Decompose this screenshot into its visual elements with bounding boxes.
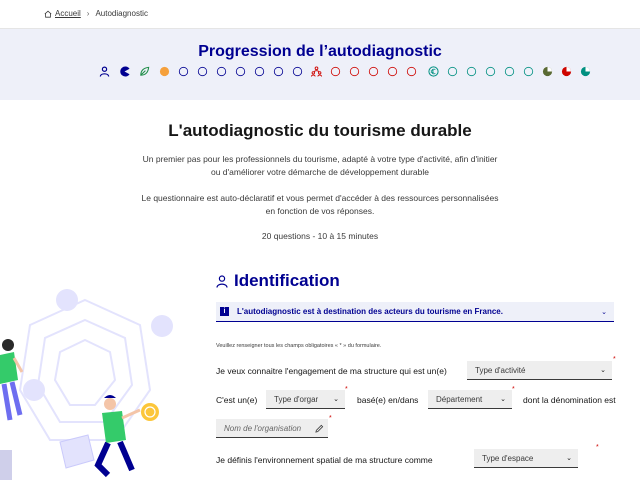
required-marker: *: [345, 386, 348, 393]
required-hint: Veuillez renseigner tous les champs obli…: [216, 343, 382, 349]
chevron-down-icon: ⌄: [600, 367, 606, 374]
intro-duration: 20 questions - 10 à 15 minutes: [261, 231, 379, 241]
step-dot-icon[interactable]: [466, 66, 477, 77]
step-pacman-icon[interactable]: [119, 66, 130, 77]
step-pie-chart-icon[interactable]: [580, 66, 591, 77]
section-title-label: Identification: [234, 271, 340, 290]
info-accordion[interactable]: i L'autodiagnostic est à destination des…: [216, 302, 614, 322]
required-marker: *: [613, 356, 616, 363]
step-dot-icon[interactable]: [447, 66, 458, 77]
space-type-value: Type d'espace: [482, 453, 534, 463]
chevron-right-icon: ›: [86, 9, 90, 18]
step-dot-icon[interactable]: [406, 66, 417, 77]
step-dot-icon[interactable]: [216, 66, 227, 77]
progress-title: Progression de l’autodiagnostic: [198, 43, 442, 60]
chevron-down-icon: ⌄: [500, 396, 506, 403]
person-icon: [216, 274, 228, 288]
accordion-label: L'autodiagnostic est à destination des a…: [237, 307, 503, 316]
step-dot-icon[interactable]: [197, 66, 208, 77]
required-marker: *: [596, 444, 599, 451]
step-pie-chart-icon[interactable]: [542, 66, 553, 77]
step-group-icon[interactable]: [311, 66, 322, 77]
intro-paragraph: Un premier pas pour les professionnels d…: [142, 154, 498, 177]
step-dot-icon[interactable]: [387, 66, 398, 77]
intro-paragraph: Le questionnaire est auto-déclaratif et …: [141, 193, 499, 216]
question-location-label: basé(e) en/dans: [357, 395, 419, 405]
step-dot-icon[interactable]: [330, 66, 341, 77]
organisation-name-placeholder: Nom de l'organisation: [224, 423, 302, 433]
chevron-down-icon: ⌄: [566, 455, 572, 462]
required-marker: *: [512, 386, 515, 393]
step-dot-icon[interactable]: [178, 66, 189, 77]
progress-band: [0, 29, 640, 100]
page-title: L'autodiagnostic du tourisme durable: [168, 121, 472, 140]
section-title: Identification: [216, 271, 340, 291]
step-dot-icon[interactable]: [349, 66, 360, 77]
step-dot-icon[interactable]: [523, 66, 534, 77]
step-leaf-icon[interactable]: [139, 66, 150, 77]
question-space-label: Je définis l'environnement spatial de ma…: [216, 455, 433, 465]
step-pie-chart-icon[interactable]: [561, 66, 572, 77]
space-type-select[interactable]: Type d'espace ⌄: [474, 449, 578, 468]
chevron-down-icon: ⌄: [601, 308, 607, 316]
activity-type-value: Type d'activité: [475, 365, 526, 375]
step-dot-icon[interactable]: [504, 66, 515, 77]
step-dot-icon[interactable]: [273, 66, 284, 77]
step-dot-filled-icon[interactable]: [159, 66, 170, 77]
step-dot-icon[interactable]: [485, 66, 496, 77]
breadcrumb-home-label: Accueil: [55, 9, 81, 18]
question-name-label: dont la dénomination est: [523, 395, 616, 405]
step-dot-icon[interactable]: [368, 66, 379, 77]
department-select[interactable]: Département ⌄: [428, 390, 512, 409]
step-euro-icon[interactable]: [428, 66, 439, 77]
breadcrumb-home-link[interactable]: Accueil: [44, 9, 81, 18]
org-type-value: Type d'orgar: [274, 394, 319, 404]
step-dot-icon[interactable]: [292, 66, 303, 77]
illustration: [0, 289, 173, 480]
organisation-name-input[interactable]: Nom de l'organisation: [216, 419, 328, 438]
department-value: Département: [436, 394, 483, 404]
step-person-icon[interactable]: [99, 66, 110, 77]
question-org-label: C'est un(e): [216, 395, 258, 405]
org-type-select[interactable]: Type d'orgar ⌄: [266, 390, 345, 409]
breadcrumb: Accueil › Autodiagnostic: [44, 9, 148, 18]
step-dot-icon[interactable]: [254, 66, 265, 77]
breadcrumb-current: Autodiagnostic: [95, 9, 148, 18]
step-dot-icon[interactable]: [235, 66, 246, 77]
home-icon: [44, 10, 52, 18]
chevron-down-icon: ⌄: [333, 396, 339, 403]
info-icon: i: [220, 307, 229, 316]
required-marker: *: [329, 415, 332, 422]
question-activity-label: Je veux connaitre l'engagement de ma str…: [216, 366, 447, 376]
pencil-icon: [315, 424, 324, 433]
activity-type-select[interactable]: Type d'activité ⌄: [467, 361, 612, 380]
